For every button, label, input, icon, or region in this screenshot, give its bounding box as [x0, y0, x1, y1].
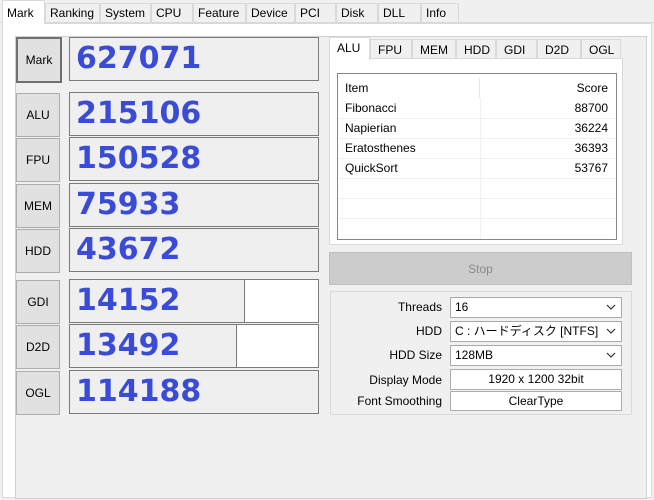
hdd-score-value: 43672	[76, 232, 181, 267]
chevron-down-icon	[606, 328, 616, 334]
detail-tab-alu[interactable]: ALU	[329, 37, 370, 60]
gdi-button[interactable]: GDI	[16, 280, 60, 324]
main-tab-strip: Mark Ranking System CPU Feature Device P…	[0, 0, 654, 24]
tab-feature[interactable]: Feature	[193, 3, 246, 22]
alu-score-value: 215106	[76, 96, 202, 131]
hdd-size-value: 128MB	[455, 348, 494, 362]
threads-select[interactable]: 16	[450, 297, 622, 318]
mem-score-box: 75933	[69, 183, 319, 227]
detail-tab-strip: ALU FPU MEM HDD GDI D2D OGL	[329, 37, 624, 60]
d2d-score-box: 13492	[69, 324, 319, 368]
fpu-button[interactable]: FPU	[16, 138, 60, 182]
hdd-select[interactable]: C : ハードディスク [NTFS]	[450, 321, 622, 342]
chevron-down-icon	[606, 304, 616, 310]
list-item-score: 88700	[574, 101, 608, 115]
display-mode-label: Display Mode	[369, 373, 442, 387]
threads-label: Threads	[397, 300, 442, 314]
list-item[interactable]: Eratosthenes 36393	[338, 138, 616, 158]
detail-tab-hdd[interactable]: HDD	[456, 39, 496, 59]
hdd-size-select[interactable]: 128MB	[450, 345, 622, 366]
list-item-name: Eratosthenes	[345, 141, 416, 155]
gdi-score-box: 14152	[69, 279, 319, 323]
tab-mark[interactable]: Mark	[2, 0, 45, 24]
tab-disk[interactable]: Disk	[336, 3, 378, 22]
tab-dll[interactable]: DLL	[378, 3, 421, 22]
tab-pci[interactable]: PCI	[295, 3, 336, 22]
gdi-score-value: 14152	[76, 283, 181, 318]
display-mode-button[interactable]: 1920 x 1200 32bit	[450, 369, 622, 390]
list-item[interactable]: Fibonacci 88700	[338, 98, 616, 118]
column-header-score[interactable]: Score	[577, 78, 608, 98]
tab-ranking[interactable]: Ranking	[45, 3, 100, 22]
hdd-value: C : ハードディスク [NTFS]	[455, 324, 599, 338]
fpu-score-value: 150528	[76, 141, 202, 176]
list-header: Item Score	[338, 78, 616, 98]
list-item-score: 53767	[574, 161, 608, 175]
score-list[interactable]: Item Score Fibonacci 88700 Napierian 362…	[337, 73, 617, 240]
hdd-size-label: HDD Size	[389, 348, 442, 362]
detail-tab-d2d[interactable]: D2D	[537, 39, 581, 59]
stop-button[interactable]: Stop	[329, 252, 632, 285]
d2d-score-value: 13492	[76, 328, 181, 363]
list-item-score: 36393	[574, 141, 608, 155]
font-smoothing-label: Font Smoothing	[357, 394, 442, 408]
hdd-score-box: 43672	[69, 228, 319, 272]
mark-score-value: 627071	[76, 41, 202, 76]
detail-tab-mem[interactable]: MEM	[412, 39, 456, 59]
mark-score-box: 627071	[69, 37, 319, 81]
list-item-name: Fibonacci	[345, 101, 397, 115]
list-item-name: Napierian	[345, 121, 397, 135]
list-item[interactable]: Napierian 36224	[338, 118, 616, 138]
tab-info[interactable]: Info	[421, 3, 459, 22]
ogl-button[interactable]: OGL	[16, 371, 60, 415]
font-smoothing-button[interactable]: ClearType	[450, 391, 622, 411]
alu-score-box: 215106	[69, 92, 319, 136]
tab-system[interactable]: System	[100, 3, 151, 22]
tab-cpu[interactable]: CPU	[151, 3, 193, 22]
mem-button[interactable]: MEM	[16, 184, 60, 228]
ogl-score-box: 114188	[69, 370, 319, 414]
hdd-button[interactable]: HDD	[16, 229, 60, 273]
list-item-name: QuickSort	[345, 161, 398, 175]
alu-button[interactable]: ALU	[16, 93, 60, 137]
ogl-score-value: 114188	[76, 374, 202, 409]
threads-value: 16	[455, 300, 469, 314]
chevron-down-icon	[606, 352, 616, 358]
detail-panel: Item Score Fibonacci 88700 Napierian 362…	[329, 58, 623, 245]
detail-tab-gdi[interactable]: GDI	[496, 39, 537, 59]
list-item[interactable]: QuickSort 53767	[338, 158, 616, 178]
mark-button[interactable]: Mark	[16, 37, 62, 83]
detail-tab-ogl[interactable]: OGL	[581, 39, 621, 59]
d2d-button[interactable]: D2D	[16, 325, 60, 369]
detail-tab-fpu[interactable]: FPU	[370, 39, 412, 59]
hdd-select-label: HDD	[416, 324, 442, 338]
fpu-score-box: 150528	[69, 137, 319, 181]
tab-device[interactable]: Device	[246, 3, 295, 22]
mem-score-value: 75933	[76, 187, 181, 222]
list-item-score: 36224	[574, 121, 608, 135]
column-header-item[interactable]: Item	[345, 78, 368, 98]
settings-group: Threads 16 HDD C : ハードディスク [NTFS] HDD Si…	[330, 291, 632, 415]
